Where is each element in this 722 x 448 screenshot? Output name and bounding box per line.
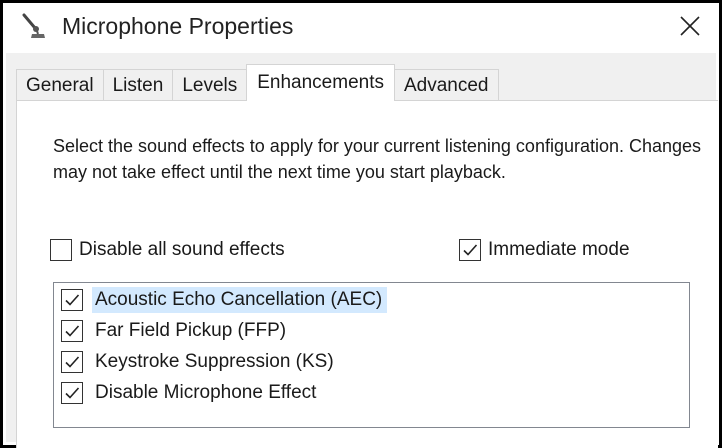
effect-disable-mic-checkbox[interactable]: [61, 382, 83, 404]
tab-general[interactable]: General: [16, 69, 104, 101]
effect-ks-label: Keystroke Suppression (KS): [95, 351, 334, 372]
immediate-mode-checkbox[interactable]: Immediate mode: [459, 239, 630, 261]
tab-strip: General Listen Levels Enhancements Advan…: [16, 64, 499, 101]
tab-advanced[interactable]: Advanced: [393, 69, 499, 101]
enhancements-panel: Select the sound effects to apply for yo…: [16, 100, 718, 448]
close-icon: [680, 16, 700, 36]
effect-item-disable-mic[interactable]: Disable Microphone Effect: [61, 378, 321, 408]
effect-disable-mic-label: Disable Microphone Effect: [95, 382, 317, 403]
disable-all-effects-checkbox[interactable]: Disable all sound effects: [50, 239, 285, 261]
window-title: Microphone Properties: [62, 13, 294, 39]
effect-item-ks[interactable]: Keystroke Suppression (KS): [61, 347, 339, 377]
description-text: Select the sound effects to apply for yo…: [53, 136, 702, 182]
tab-listen[interactable]: Listen: [102, 69, 174, 101]
effect-item-ffp[interactable]: Far Field Pickup (FFP): [61, 316, 291, 346]
checkmark-icon: [65, 294, 80, 306]
tab-enhancements[interactable]: Enhancements: [246, 64, 395, 101]
disable-all-effects-label: Disable all sound effects: [79, 239, 285, 260]
effect-aec-checkbox[interactable]: [61, 289, 83, 311]
effect-aec-label: Acoustic Echo Cancellation (AEC): [92, 287, 388, 313]
checkbox-box[interactable]: [459, 239, 481, 261]
effects-list[interactable]: Acoustic Echo Cancellation (AEC) Far Fie…: [53, 282, 690, 428]
immediate-mode-label: Immediate mode: [488, 239, 630, 260]
checkmark-icon: [65, 387, 80, 399]
effect-ffp-label: Far Field Pickup (FFP): [95, 320, 287, 341]
microphone-icon: [18, 11, 50, 43]
effect-ffp-checkbox[interactable]: [61, 320, 83, 342]
tab-levels[interactable]: Levels: [172, 69, 248, 101]
title-bar: Microphone Properties: [6, 3, 716, 53]
checkmark-icon: [463, 244, 478, 256]
checkmark-icon: [65, 356, 80, 368]
effect-item-aec[interactable]: Acoustic Echo Cancellation (AEC): [61, 285, 388, 315]
checkbox-box[interactable]: [50, 239, 72, 261]
effect-ks-checkbox[interactable]: [61, 351, 83, 373]
checkmark-icon: [65, 325, 80, 337]
close-button[interactable]: [670, 7, 710, 45]
